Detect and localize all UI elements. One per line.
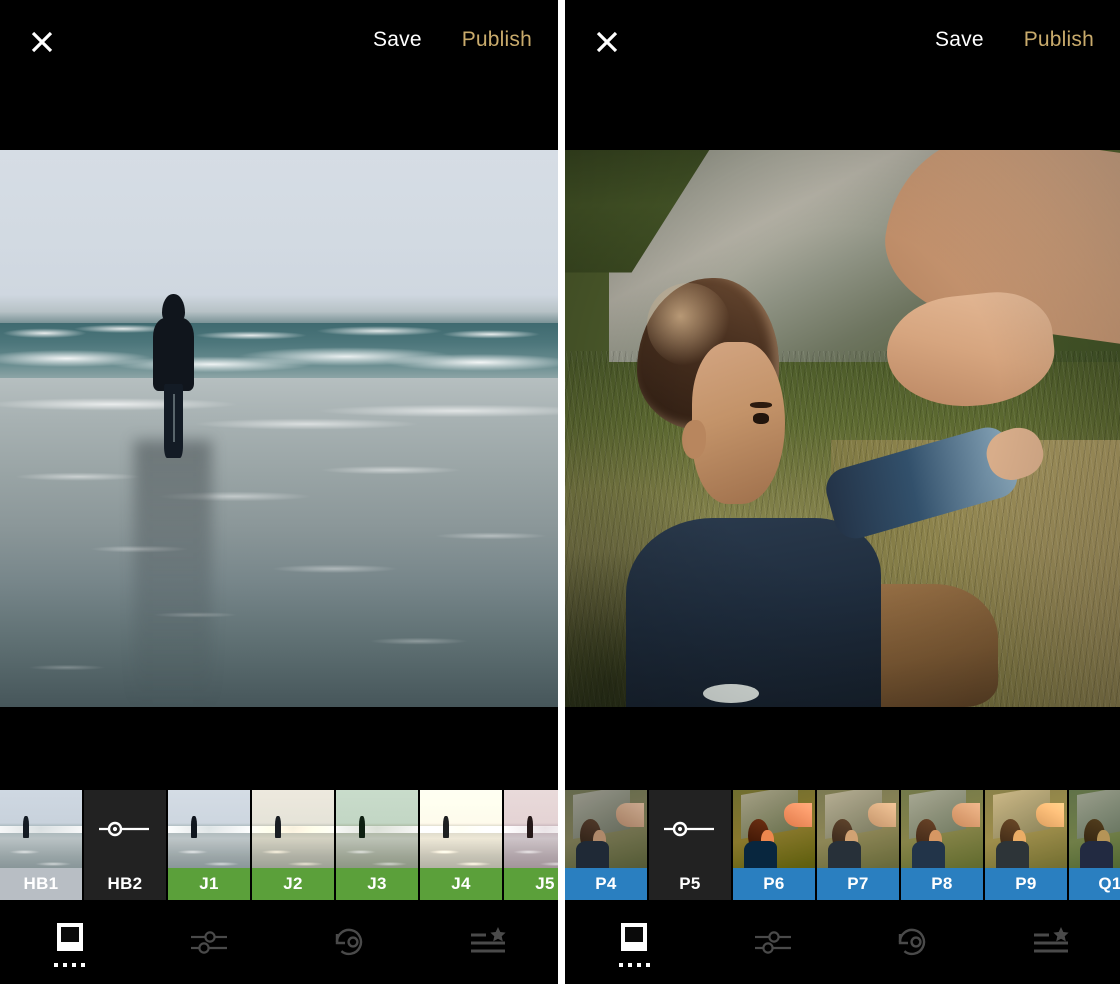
- filter-strip-right[interactable]: P4 P5 P6 P7 P8 P9 Q1: [565, 790, 1120, 900]
- filter-tile-p7[interactable]: P7: [817, 790, 899, 900]
- adjustments-sliders-icon: [191, 931, 228, 954]
- publish-button[interactable]: Publish: [1024, 28, 1094, 52]
- filter-label: J5: [504, 868, 558, 900]
- close-icon[interactable]: [27, 27, 57, 57]
- page-dot: [627, 963, 632, 967]
- top-bar-left: Save Publish: [0, 0, 558, 150]
- filter-label: P6: [733, 868, 815, 900]
- filter-label: P4: [565, 868, 647, 900]
- dual-screenshot-container: Save Publish HB1 HB2 J1 J2 J3 J4 J5 Save…: [0, 0, 1120, 984]
- tab-recipes[interactable]: [419, 900, 559, 984]
- page-dot: [72, 963, 77, 967]
- filter-tile-hb2-strength[interactable]: HB2: [84, 790, 166, 900]
- tab-adjustments[interactable]: [704, 900, 843, 984]
- filter-tile-hb1[interactable]: HB1: [0, 790, 82, 900]
- close-icon-glyph: [596, 31, 618, 53]
- filter-strip-left[interactable]: HB1 HB2 J1 J2 J3 J4 J5: [0, 790, 558, 900]
- figure-reflection: [133, 439, 213, 707]
- photo-vignette: [565, 150, 1120, 707]
- recipes-star-icon: [471, 927, 506, 953]
- filter-tile-j4[interactable]: J4: [420, 790, 502, 900]
- child-photo: [565, 150, 1120, 707]
- undo-history-icon: [335, 928, 362, 956]
- tab-presets[interactable]: [565, 900, 704, 984]
- filter-tile-p4[interactable]: P4: [565, 790, 647, 900]
- filter-label: J1: [168, 868, 250, 900]
- screen-right: Save Publish P4 P5 P6 P7 P8 P9 Q1: [565, 0, 1120, 984]
- header-actions-left: Save Publish: [373, 28, 532, 52]
- tab-recipes[interactable]: [981, 900, 1120, 984]
- filter-tile-j1[interactable]: J1: [168, 790, 250, 900]
- filter-tile-p8[interactable]: P8: [901, 790, 983, 900]
- presets-page-dots: [618, 963, 650, 967]
- presets-page-dots: [54, 963, 86, 967]
- person-body: [153, 317, 194, 391]
- presets-icon: [56, 923, 83, 951]
- filter-tile-q1[interactable]: Q1: [1069, 790, 1120, 900]
- page-dot: [618, 963, 623, 967]
- page-dot: [54, 963, 59, 967]
- screen-left: Save Publish HB1 HB2 J1 J2 J3 J4 J5: [0, 0, 558, 984]
- panel-divider: [558, 0, 565, 984]
- tab-presets[interactable]: [0, 900, 140, 984]
- publish-button[interactable]: Publish: [462, 28, 532, 52]
- close-icon[interactable]: [592, 27, 622, 57]
- filter-tile-p9[interactable]: P9: [985, 790, 1067, 900]
- strength-slider-icon: [649, 820, 731, 838]
- page-dot: [63, 963, 68, 967]
- page-dot: [636, 963, 641, 967]
- filter-label: P9: [985, 868, 1067, 900]
- top-bar-right: Save Publish: [565, 0, 1120, 150]
- filter-tile-p5-strength[interactable]: P5: [649, 790, 731, 900]
- filter-label: HB2: [107, 874, 143, 893]
- page-dot: [645, 963, 650, 967]
- close-icon-glyph: [31, 31, 53, 53]
- recipes-star-icon: [1033, 927, 1069, 953]
- tab-undo-history[interactable]: [843, 900, 982, 984]
- filter-label: J3: [336, 868, 418, 900]
- filter-label: P8: [901, 868, 983, 900]
- beach-photo: [0, 150, 558, 707]
- save-button[interactable]: Save: [373, 28, 422, 52]
- undo-history-icon: [898, 928, 926, 956]
- bottom-toolbar-right: [565, 900, 1120, 984]
- filter-tile-p6[interactable]: P6: [733, 790, 815, 900]
- filter-label: P7: [817, 868, 899, 900]
- strength-slider-icon: [84, 820, 166, 838]
- presets-icon: [621, 923, 648, 951]
- adjustments-sliders-icon: [755, 931, 792, 954]
- filter-tile-j2[interactable]: J2: [252, 790, 334, 900]
- person-silhouette: [153, 293, 194, 459]
- person-leg-gap: [172, 393, 175, 443]
- filter-label: Q1: [1069, 868, 1120, 900]
- page-dot: [81, 963, 86, 967]
- photo-preview-right[interactable]: [565, 150, 1120, 707]
- surf-texture: [0, 378, 558, 707]
- filter-strip-area-right: P4 P5 P6 P7 P8 P9 Q1: [565, 707, 1120, 900]
- save-button[interactable]: Save: [935, 28, 984, 52]
- breaking-wave-foam: [0, 339, 558, 379]
- filter-strip-area-left: HB1 HB2 J1 J2 J3 J4 J5: [0, 707, 558, 900]
- photo-preview-left[interactable]: [0, 150, 558, 707]
- filter-tile-j5[interactable]: J5: [504, 790, 558, 900]
- slider-knob-glyph: [99, 821, 149, 837]
- tab-adjustments[interactable]: [140, 900, 280, 984]
- filter-label: P5: [679, 874, 701, 893]
- filter-tile-j3[interactable]: J3: [336, 790, 418, 900]
- slider-knob-glyph: [664, 821, 714, 837]
- filter-label: J2: [252, 868, 334, 900]
- header-actions-right: Save Publish: [935, 28, 1094, 52]
- filter-label: HB1: [0, 868, 82, 900]
- filter-label: J4: [420, 868, 502, 900]
- tab-undo-history[interactable]: [279, 900, 419, 984]
- bottom-toolbar-left: [0, 900, 558, 984]
